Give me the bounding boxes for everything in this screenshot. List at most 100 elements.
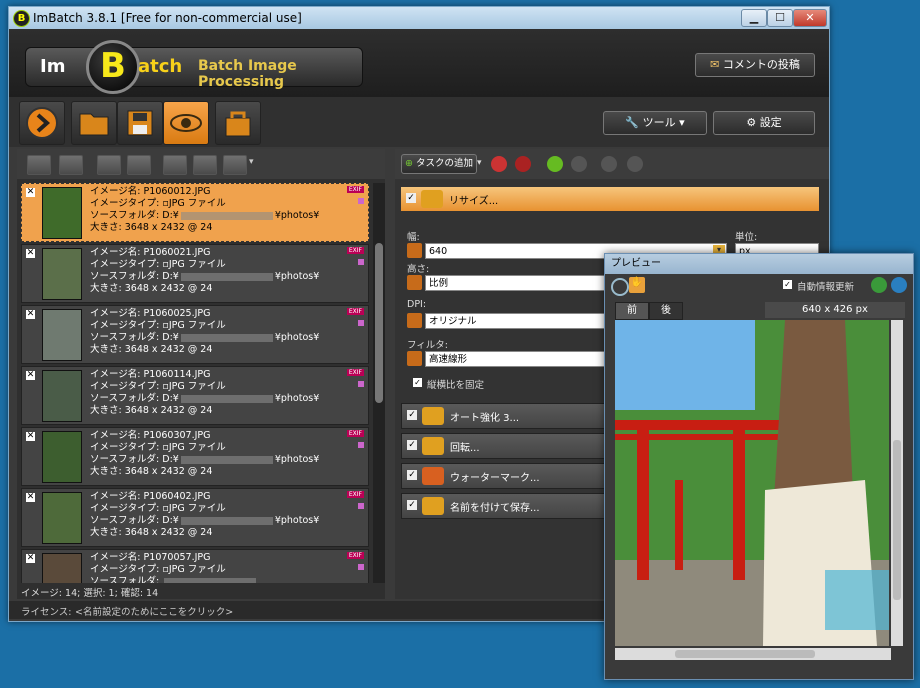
image-type: JPG ファイル (168, 320, 226, 331)
blurred-path (180, 333, 273, 342)
zoom-icon[interactable] (611, 278, 629, 296)
scrollbar-thumb[interactable] (675, 650, 815, 658)
image-list-item[interactable]: ✕ イメージ名: P1060025.JPG イメージタイプ: ▫JPG ファイル ソー… (21, 305, 369, 364)
minimize-button[interactable]: ▁ (741, 9, 767, 27)
height-input[interactable]: 比例 (425, 275, 615, 291)
dpi-input[interactable]: オリジナル (425, 313, 615, 329)
preview-vertical-scrollbar[interactable] (891, 320, 903, 646)
remove-all-icon[interactable] (127, 155, 151, 175)
settings-label: 設定 (759, 116, 782, 129)
keep-aspect-checkbox[interactable]: ✓ (413, 378, 422, 387)
image-list-item[interactable]: ✕ イメージ名: P1060012.JPG イメージタイプ: ▫JPG ファイル ソー… (21, 183, 369, 242)
source-folder-end: ¥photos¥ (274, 393, 320, 404)
move-task-up-icon[interactable] (547, 156, 563, 172)
refresh-icon[interactable] (871, 277, 887, 293)
scrollbar-thumb[interactable] (893, 440, 901, 600)
tools-menu-button[interactable]: 🔧 ツール ▾ (603, 111, 707, 135)
task-settings-icon[interactable] (601, 156, 617, 172)
resize-enabled-checkbox[interactable]: ✓ (406, 193, 416, 203)
dpi-reset-icon[interactable] (407, 313, 422, 328)
preview-title[interactable]: プレビュー (605, 254, 913, 274)
tab-after[interactable]: 後 (649, 302, 683, 320)
image-list: ✕ イメージ名: P1060012.JPG イメージタイプ: ▫JPG ファイル ソー… (21, 183, 369, 583)
image-list-item[interactable]: ✕ イメージ名: P1060114.JPG イメージタイプ: ▫JPG ファイル ソー… (21, 366, 369, 425)
move-down-icon[interactable] (193, 155, 217, 175)
image-type: JPG ファイル (168, 198, 226, 209)
preview-horizontal-scrollbar[interactable] (615, 648, 891, 660)
preview-toolbar: ✋ ✓ 自動情報更新 (605, 274, 913, 298)
save-button[interactable] (117, 101, 163, 145)
remove-item-checkbox[interactable]: ✕ (26, 310, 35, 319)
shop-button[interactable] (215, 101, 261, 145)
exif-badge: EXIF (346, 491, 364, 498)
remove-item-checkbox[interactable]: ✕ (26, 188, 35, 197)
task-label: ウォーターマーク... (450, 473, 540, 484)
image-name: P1060307.JPG (143, 430, 211, 441)
image-name: P1060012.JPG (143, 186, 211, 197)
auto-update-checkbox[interactable]: ✓ (783, 280, 792, 289)
blurred-path (180, 211, 273, 220)
source-folder-label: ソースフォルダ: (90, 515, 160, 526)
image-size: 3648 x 2432 @ 24 (124, 344, 213, 355)
filter-reset-icon[interactable] (407, 351, 422, 366)
close-button[interactable]: ✕ (793, 9, 827, 27)
task-info-icon[interactable] (627, 156, 643, 172)
image-list-scrollbar[interactable] (373, 183, 385, 583)
width-reset-icon[interactable] (407, 243, 422, 258)
source-folder-label: ソースフォルダ: (90, 454, 160, 465)
image-thumbnail (42, 248, 82, 300)
post-comment-button[interactable]: ✉ コメントの投稿 (695, 53, 815, 77)
filter-select[interactable]: 高速線形 (425, 351, 615, 367)
maximize-button[interactable]: ☐ (767, 9, 793, 27)
chevron-down-icon[interactable]: ▾ (477, 158, 482, 168)
move-task-down-icon[interactable] (571, 156, 587, 172)
settings-button[interactable]: ⚙ 設定 (713, 111, 815, 135)
height-reset-icon[interactable] (407, 275, 422, 290)
auto-update-label: 自動情報更新 (797, 282, 855, 293)
image-list-item[interactable]: ✕ イメージ名: P1060021.JPG イメージタイプ: ▫JPG ファイル ソー… (21, 244, 369, 303)
exif-marker-icon (358, 503, 364, 509)
license-value[interactable]: <名前設定のためにここをクリック> (75, 604, 233, 618)
image-name-label: イメージ名: (90, 308, 141, 319)
image-metadata: イメージ名: P1060025.JPG イメージタイプ: ▫JPG ファイル ソース… (90, 308, 319, 356)
chevron-down-icon[interactable]: ▾ (249, 157, 254, 167)
image-metadata: イメージ名: P1070057.JPG イメージタイプ: ▫JPG ファイル ソース… (90, 552, 258, 583)
image-list-item[interactable]: ✕ イメージ名: P1070057.JPG イメージタイプ: ▫JPG ファイル ソー… (21, 549, 369, 583)
process-button[interactable] (19, 101, 65, 145)
clear-tasks-icon[interactable] (515, 156, 531, 172)
add-task-button[interactable]: ⊕ タスクの追加 (401, 154, 477, 174)
task-enabled-checkbox[interactable]: ✓ (407, 440, 417, 450)
task-toolbar: ⊕ タスクの追加 ▾ (395, 149, 829, 179)
task-enabled-checkbox[interactable]: ✓ (407, 410, 417, 420)
add-folder-icon[interactable] (59, 155, 83, 175)
tab-before[interactable]: 前 (615, 302, 649, 320)
preview-toggle-button[interactable] (163, 101, 209, 145)
remove-item-checkbox[interactable]: ✕ (26, 432, 35, 441)
source-folder: D:¥ (162, 271, 179, 282)
open-folder-button[interactable] (71, 101, 117, 145)
hand-icon[interactable]: ✋ (629, 277, 645, 293)
scrollbar-thumb[interactable] (375, 243, 383, 403)
source-folder-label: ソースフォルダ: (90, 576, 160, 583)
image-list-item[interactable]: ✕ イメージ名: P1060307.JPG イメージタイプ: ▫JPG ファイル ソー… (21, 427, 369, 486)
title-bar[interactable]: B ImBatch 3.8.1 [Free for non-commercial… (9, 7, 829, 29)
remove-item-checkbox[interactable]: ✕ (26, 554, 35, 563)
info-icon[interactable] (891, 277, 907, 293)
preview-image[interactable] (615, 320, 889, 646)
remove-item-checkbox[interactable]: ✕ (26, 493, 35, 502)
post-comment-label: コメントの投稿 (722, 58, 800, 71)
move-up-icon[interactable] (163, 155, 187, 175)
remove-image-icon[interactable] (97, 155, 121, 175)
remove-item-checkbox[interactable]: ✕ (26, 249, 35, 258)
task-enabled-checkbox[interactable]: ✓ (407, 500, 417, 510)
sort-icon[interactable] (223, 155, 247, 175)
exif-badge: EXIF (346, 430, 364, 437)
resize-task-header[interactable]: ✓ リサイズ... (401, 187, 819, 211)
exif-badge: EXIF (346, 552, 364, 559)
add-image-icon[interactable] (27, 155, 51, 175)
task-enabled-checkbox[interactable]: ✓ (407, 470, 417, 480)
remove-task-icon[interactable] (491, 156, 507, 172)
image-list-item[interactable]: ✕ イメージ名: P1060402.JPG イメージタイプ: ▫JPG ファイル ソー… (21, 488, 369, 547)
remove-item-checkbox[interactable]: ✕ (26, 371, 35, 380)
app-icon: B (13, 10, 30, 27)
